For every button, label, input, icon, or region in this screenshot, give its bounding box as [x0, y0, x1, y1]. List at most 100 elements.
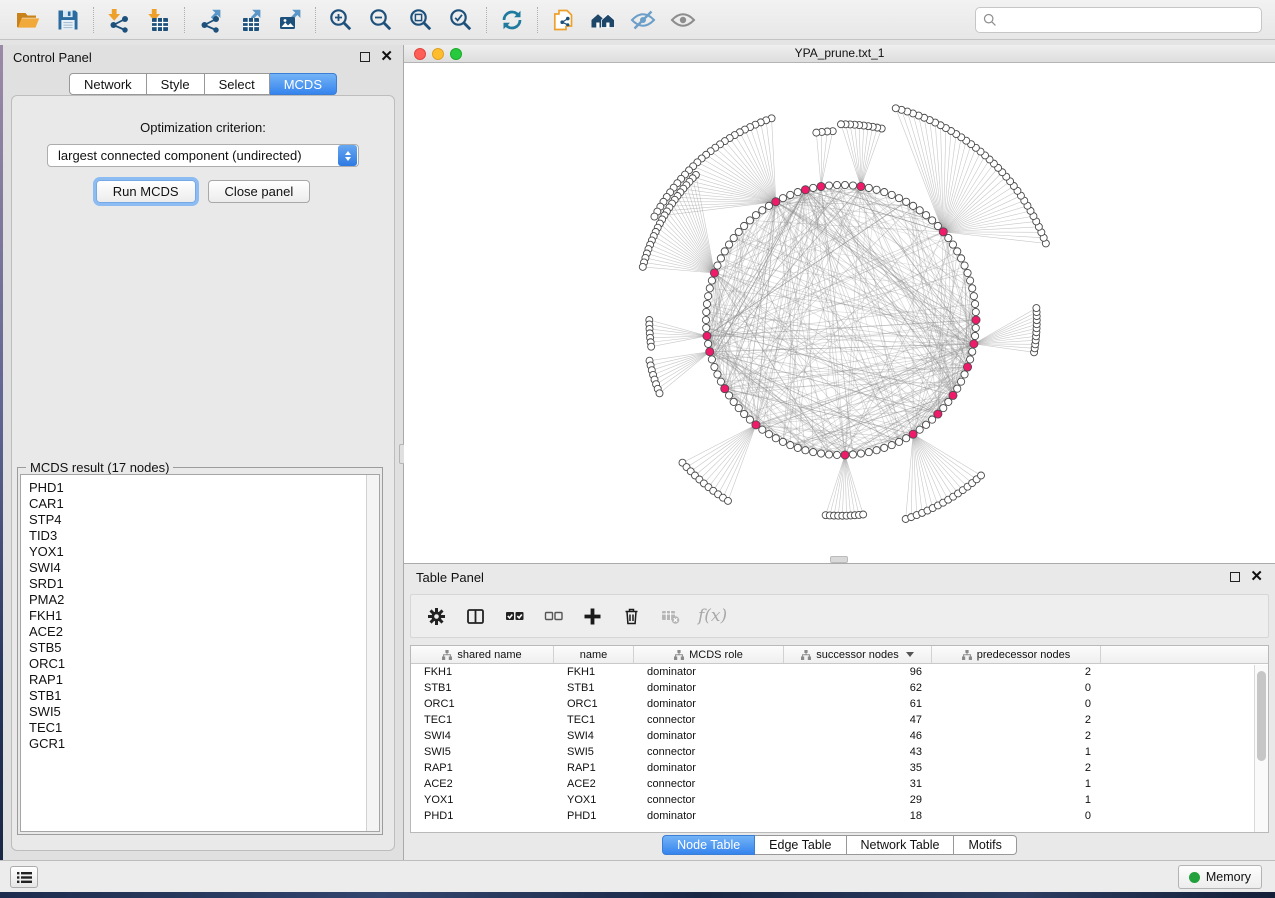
tab-style[interactable]: Style — [147, 73, 205, 95]
clone-network-button[interactable] — [543, 4, 583, 36]
control-panel-title: Control Panel — [13, 50, 92, 65]
settings-button[interactable] — [425, 605, 447, 627]
mcds-result-item[interactable]: ORC1 — [21, 656, 379, 672]
cell-predecessor-nodes: 2 — [932, 728, 1101, 744]
column-header-MCDS-role[interactable]: MCDS role — [634, 646, 784, 663]
zoom-selected-button[interactable] — [441, 4, 481, 36]
import-network-button[interactable] — [99, 4, 139, 36]
cell-MCDS-role: dominator — [634, 680, 784, 696]
tab-select[interactable]: Select — [205, 73, 270, 95]
mcds-result-item[interactable]: CAR1 — [21, 496, 379, 512]
mcds-result-item[interactable]: GCR1 — [21, 736, 379, 752]
table-row[interactable]: SWI5SWI5connector431 — [411, 744, 1268, 760]
export-table-button[interactable] — [230, 4, 270, 36]
mcds-result-item[interactable]: ACE2 — [21, 624, 379, 640]
table-tab-edge-table[interactable]: Edge Table — [755, 835, 846, 855]
table-row[interactable]: SWI4SWI4dominator462 — [411, 728, 1268, 744]
cell-MCDS-role: dominator — [634, 664, 784, 680]
mcds-tab-content: Optimization criterion: largest connecte… — [11, 95, 395, 851]
table-scrollbar-thumb[interactable] — [1257, 671, 1266, 761]
mcds-result-item[interactable]: STB5 — [21, 640, 379, 656]
hide-selected-button[interactable] — [623, 4, 663, 36]
cell-shared-name: PHD1 — [411, 808, 554, 824]
mcds-result-item[interactable]: SWI4 — [21, 560, 379, 576]
table-panel: Table Panel ✕ f(x) shared namenameMCDS r… — [404, 563, 1275, 860]
deselect-all-button[interactable] — [542, 605, 564, 627]
horizontal-splitter-handle[interactable] — [830, 556, 848, 563]
mcds-result-item[interactable]: STP4 — [21, 512, 379, 528]
table-row[interactable]: ORC1ORC1dominator610 — [411, 696, 1268, 712]
close-panel-icon[interactable]: ✕ — [380, 52, 393, 62]
add-row-button[interactable] — [581, 605, 603, 627]
zoom-in-button[interactable] — [321, 4, 361, 36]
table-row[interactable]: STB1STB1dominator620 — [411, 680, 1268, 696]
tab-network[interactable]: Network — [69, 73, 147, 95]
column-header-successor-nodes[interactable]: successor nodes — [784, 646, 932, 663]
table-row[interactable]: YOX1YOX1connector291 — [411, 792, 1268, 808]
show-all-button[interactable] — [663, 4, 703, 36]
cell-name: SWI4 — [554, 728, 634, 744]
tab-mcds[interactable]: MCDS — [270, 73, 337, 95]
result-scrollbar[interactable] — [366, 475, 379, 831]
mcds-result-group: MCDS result (17 nodes) PHD1CAR1STP4TID3Y… — [17, 467, 383, 835]
zoom-fit-button[interactable] — [401, 4, 441, 36]
close-panel-button[interactable]: Close panel — [208, 180, 311, 203]
column-header-name[interactable]: name — [554, 646, 634, 663]
cell-MCDS-role: connector — [634, 744, 784, 760]
mcds-result-item[interactable]: STB1 — [21, 688, 379, 704]
table-row[interactable]: ACE2ACE2connector311 — [411, 776, 1268, 792]
mcds-result-item[interactable]: RAP1 — [21, 672, 379, 688]
cell-successor-nodes: 35 — [784, 760, 932, 776]
table-row[interactable]: RAP1RAP1dominator352 — [411, 760, 1268, 776]
mcds-result-item[interactable]: PMA2 — [21, 592, 379, 608]
columns-button[interactable] — [464, 605, 486, 627]
show-panels-menu-button[interactable] — [10, 866, 38, 888]
close-table-panel-icon[interactable]: ✕ — [1250, 572, 1263, 582]
run-mcds-button[interactable]: Run MCDS — [96, 180, 196, 203]
open-button[interactable] — [8, 4, 48, 36]
minimize-window-icon[interactable] — [432, 48, 444, 60]
table-row[interactable]: PHD1PHD1dominator180 — [411, 808, 1268, 824]
first-neighbors-button[interactable] — [583, 4, 623, 36]
delete-row-button[interactable] — [620, 605, 642, 627]
select-all-button[interactable] — [503, 605, 525, 627]
maximize-window-icon[interactable] — [450, 48, 462, 60]
table-row[interactable]: FKH1FKH1dominator962 — [411, 664, 1268, 680]
column-header-shared-name[interactable]: shared name — [411, 646, 554, 663]
select-all-icon — [505, 607, 524, 626]
optimization-select[interactable]: largest connected component (undirected) — [47, 144, 359, 167]
cell-MCDS-role: dominator — [634, 728, 784, 744]
table-tab-network-table[interactable]: Network Table — [847, 835, 955, 855]
mcds-result-item[interactable]: SRD1 — [21, 576, 379, 592]
zoom-out-button[interactable] — [361, 4, 401, 36]
memory-button[interactable]: Memory — [1178, 865, 1262, 889]
refresh-button[interactable] — [492, 4, 532, 36]
save-button[interactable] — [48, 4, 88, 36]
cell-successor-nodes: 96 — [784, 664, 932, 680]
float-panel-icon[interactable] — [360, 52, 370, 62]
close-window-icon[interactable] — [414, 48, 426, 60]
table-tab-motifs[interactable]: Motifs — [954, 835, 1016, 855]
mcds-result-item[interactable]: TEC1 — [21, 720, 379, 736]
table-scrollbar[interactable] — [1254, 665, 1268, 832]
export-image-button[interactable] — [270, 4, 310, 36]
float-table-panel-icon[interactable] — [1230, 572, 1240, 582]
export-network-button[interactable] — [190, 4, 230, 36]
mcds-result-item[interactable]: TID3 — [21, 528, 379, 544]
cell-successor-nodes: 18 — [784, 808, 932, 824]
columns-icon — [466, 607, 485, 626]
mcds-result-item[interactable]: FKH1 — [21, 608, 379, 624]
network-canvas[interactable] — [404, 63, 1273, 562]
mcds-result-item[interactable]: YOX1 — [21, 544, 379, 560]
cell-predecessor-nodes: 2 — [932, 712, 1101, 728]
column-header-predecessor-nodes[interactable]: predecessor nodes — [932, 646, 1101, 663]
table-row[interactable]: TEC1TEC1connector472 — [411, 712, 1268, 728]
search-input[interactable] — [1002, 13, 1254, 28]
function-builder-icon[interactable]: f(x) — [698, 606, 727, 626]
import-table-button[interactable] — [139, 4, 179, 36]
open-icon — [15, 7, 41, 33]
table-tab-node-table[interactable]: Node Table — [662, 835, 755, 855]
cell-MCDS-role: dominator — [634, 808, 784, 824]
mcds-result-item[interactable]: SWI5 — [21, 704, 379, 720]
mcds-result-item[interactable]: PHD1 — [21, 480, 379, 496]
